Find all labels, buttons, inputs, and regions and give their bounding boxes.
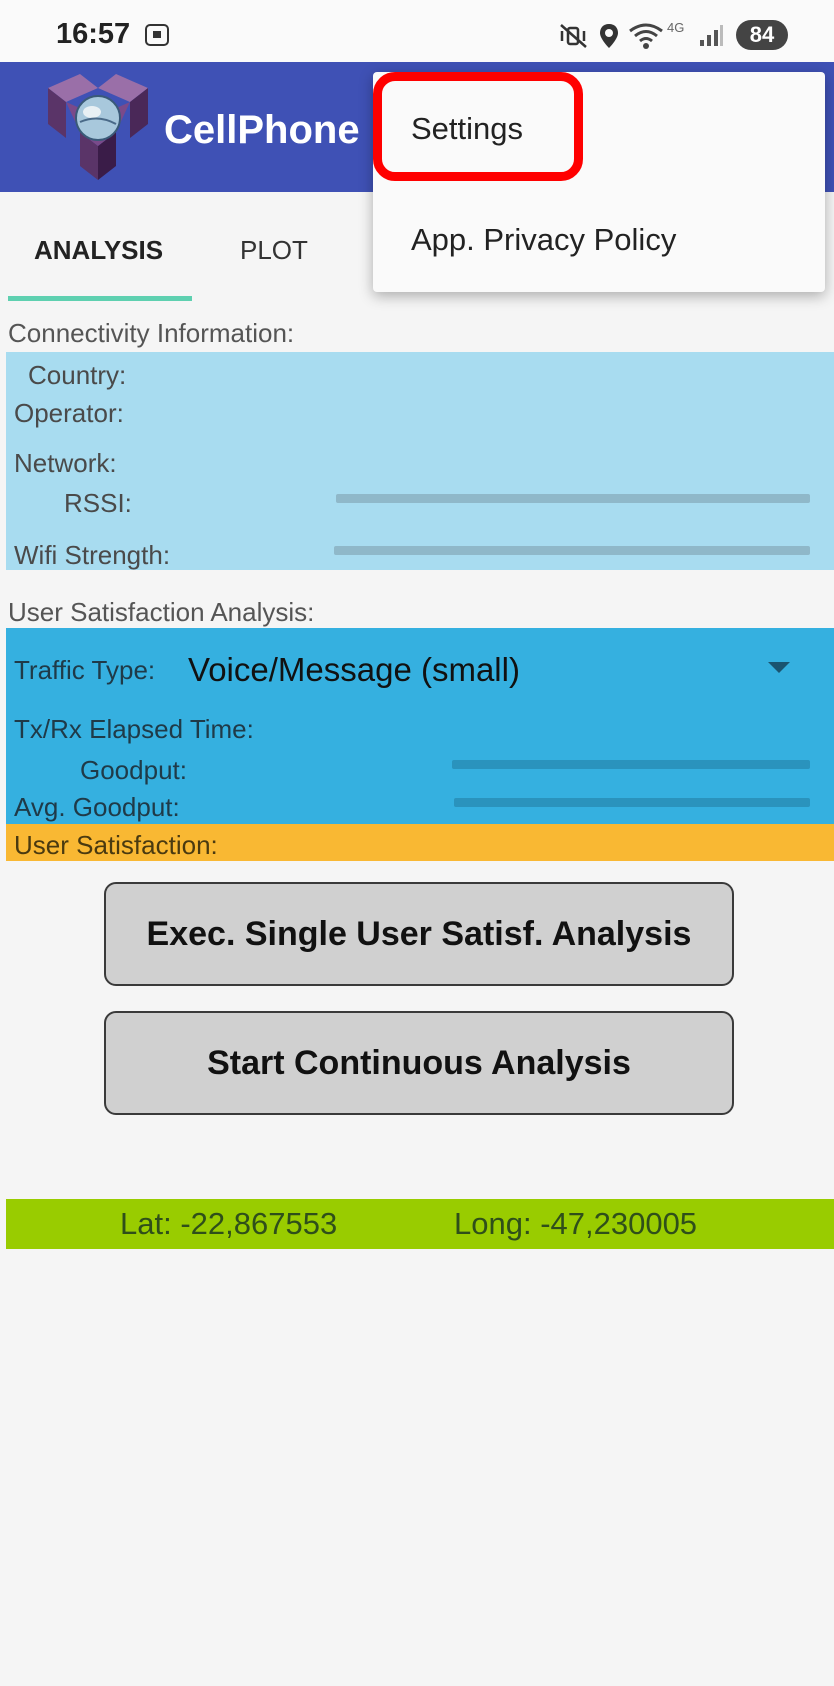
elapsed-time-label: Tx/Rx Elapsed Time: [14,714,254,744]
user-satisfaction-label: User Satisfaction: [14,830,218,860]
start-continuous-analysis-button[interactable]: Start Continuous Analysis [104,1011,734,1115]
app-logo [48,74,148,180]
wifi-strength-bar [334,546,810,555]
battery-icon: 84 [736,20,788,50]
wifi-strength-label: Wifi Strength: [14,540,171,570]
wifi-icon [629,23,663,49]
app-title: CellPhone [164,108,360,152]
avg-goodput-bar [454,798,810,807]
location-icon [600,24,618,48]
latitude-value: Lat: -22,867553 [120,1206,338,1241]
user-satisfaction-section-title: User Satisfaction Analysis: [8,597,315,627]
screen-record-icon [145,24,169,46]
goodput-bar [452,760,810,769]
mute-vibrate-icon [560,24,587,48]
exec-single-analysis-button[interactable]: Exec. Single User Satisf. Analysis [104,882,734,986]
goodput-label: Goodput: [80,755,187,785]
rssi-label: RSSI: [64,488,132,518]
tab-plot[interactable]: PLOT [240,235,308,266]
network-type-label: 4G [667,20,685,35]
signal-icon [700,25,723,46]
network-label: Network: [14,448,117,478]
traffic-type-select[interactable]: Voice/Message (small) [188,651,520,689]
chevron-down-icon[interactable] [768,662,790,673]
connectivity-panel [6,352,834,570]
status-time: 16:57 [56,18,131,50]
connectivity-section-title: Connectivity Information: [8,318,295,348]
rssi-bar [336,494,810,503]
tab-selected-indicator [8,296,192,301]
tab-analysis[interactable]: ANALYSIS [34,235,163,266]
highlight-box [373,72,583,181]
menu-item-privacy-policy[interactable]: App. Privacy Policy [411,222,676,258]
traffic-type-label: Traffic Type: [14,655,156,685]
country-label: Country: [28,360,127,390]
operator-label: Operator: [14,398,124,428]
longitude-value: Long: -47,230005 [454,1206,698,1241]
avg-goodput-label: Avg. Goodput: [14,792,180,822]
